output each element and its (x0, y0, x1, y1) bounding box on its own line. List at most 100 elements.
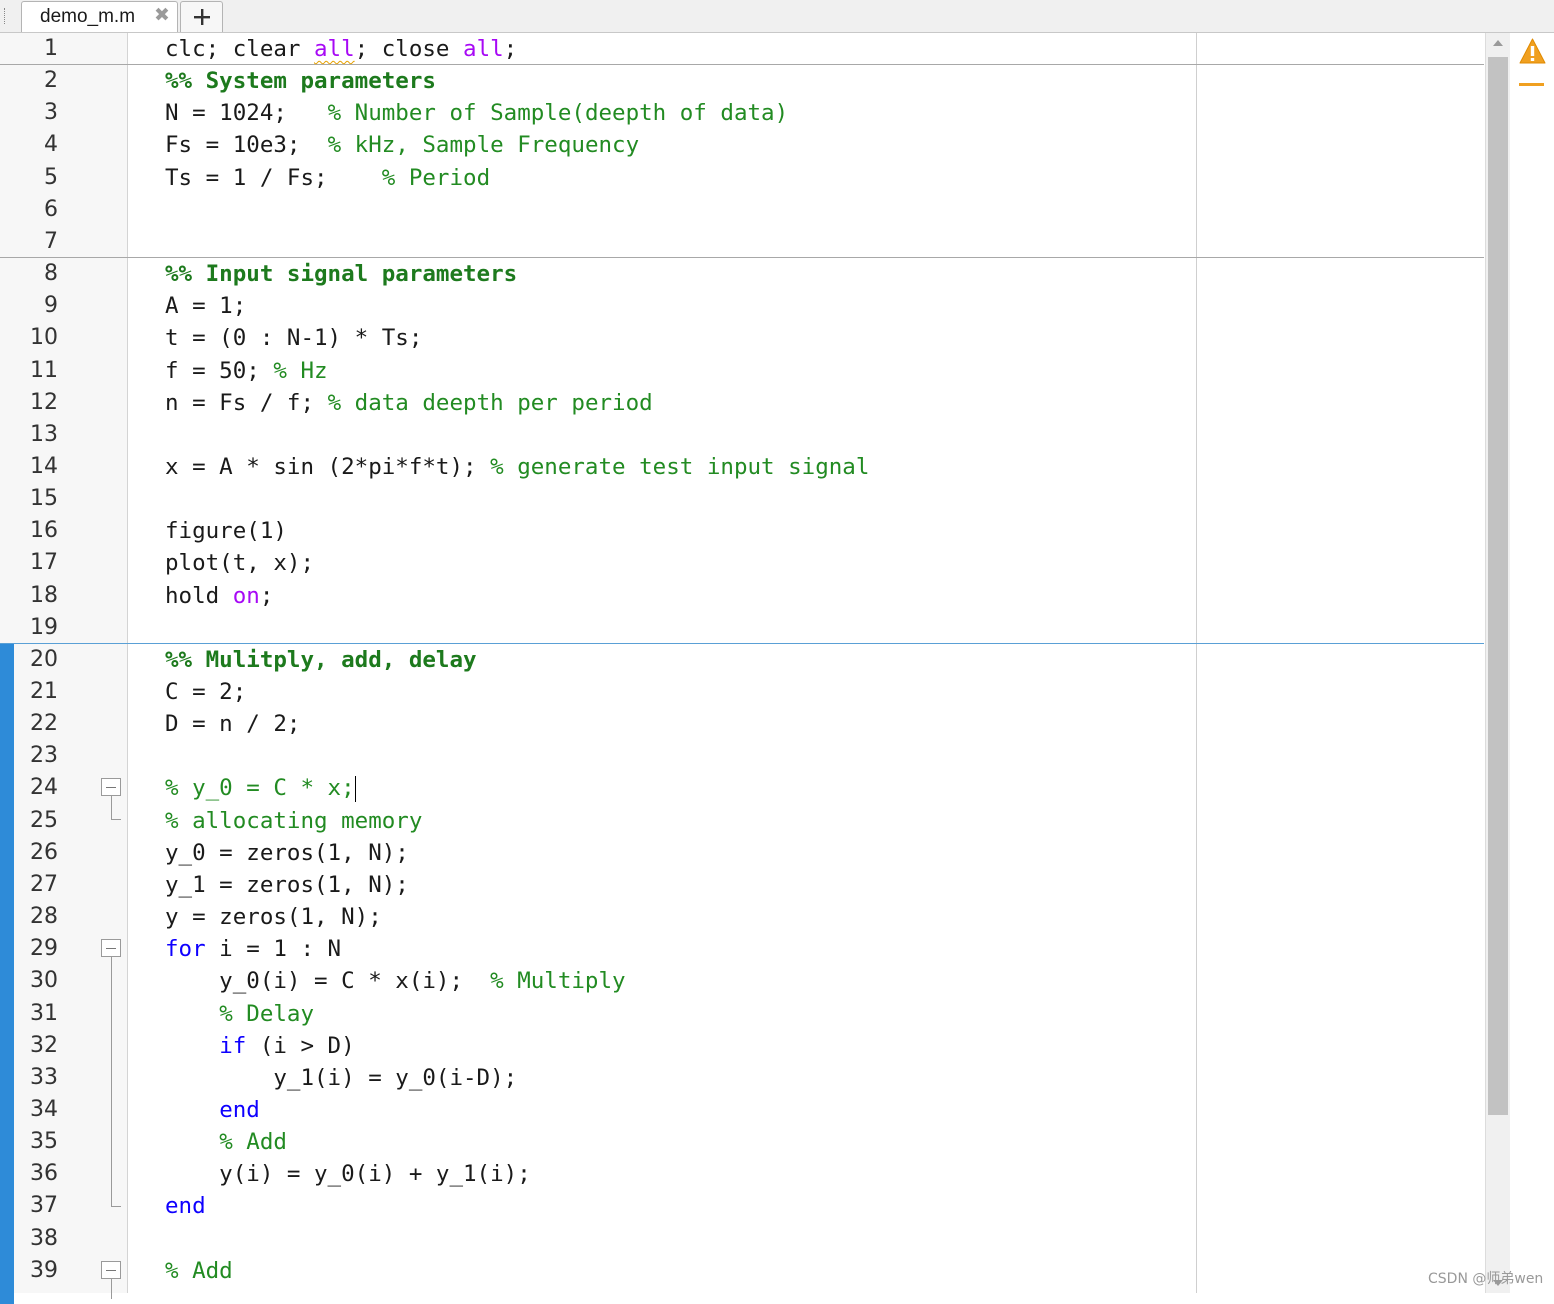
scroll-up-arrow-icon[interactable] (1492, 39, 1504, 47)
warning-icon[interactable] (1519, 37, 1546, 65)
line-number[interactable]: 39 (0, 1255, 58, 1287)
line-number[interactable]: 2 (0, 65, 58, 97)
line-number[interactable]: 6 (0, 194, 58, 226)
warning-marker[interactable] (1519, 83, 1544, 86)
fold-guide (111, 957, 112, 1206)
line-number[interactable]: 33 (0, 1062, 58, 1094)
line-number[interactable]: 5 (0, 162, 58, 194)
fold-toggle-button[interactable] (101, 1261, 121, 1279)
fold-toggle-button[interactable] (101, 778, 121, 796)
code-line[interactable]: y_0 = zeros(1, N); (165, 837, 409, 869)
code-line[interactable]: % allocating memory (165, 805, 422, 837)
code-line[interactable]: y = zeros(1, N); (165, 901, 382, 933)
line-number[interactable]: 16 (0, 515, 58, 547)
code-line[interactable]: y(i) = y_0(i) + y_1(i); (165, 1158, 531, 1190)
line-number[interactable]: 28 (0, 901, 58, 933)
code-line[interactable]: y_1(i) = y_0(i-D); (165, 1062, 517, 1094)
line-number[interactable]: 8 (0, 258, 58, 290)
code-line[interactable]: Fs = 10e3; % kHz, Sample Frequency (165, 129, 639, 161)
tab-title: demo_m.m (40, 6, 136, 27)
add-tab-button[interactable] (180, 1, 223, 32)
code-line[interactable]: %% Mulitply, add, delay (165, 644, 477, 676)
vertical-scrollbar[interactable] (1485, 33, 1510, 1293)
code-line[interactable]: t = (0 : N-1) * Ts; (165, 322, 422, 354)
line-number[interactable]: 14 (0, 451, 58, 483)
line-number[interactable]: 17 (0, 547, 58, 579)
line-number[interactable]: 13 (0, 419, 58, 451)
code-token: end (165, 1193, 206, 1220)
code-token: plot(t, x); (165, 550, 315, 577)
line-number[interactable]: 30 (0, 965, 58, 997)
line-number[interactable]: 32 (0, 1030, 58, 1062)
line-number[interactable]: 31 (0, 998, 58, 1030)
code-token-warning[interactable]: all (314, 36, 355, 62)
line-number[interactable]: 37 (0, 1190, 58, 1222)
line-number[interactable]: 3 (0, 97, 58, 129)
line-number[interactable]: 34 (0, 1094, 58, 1126)
line-number[interactable]: 29 (0, 933, 58, 965)
line-number[interactable]: 11 (0, 355, 58, 387)
code-line[interactable]: end (165, 1190, 206, 1222)
code-line[interactable]: end (165, 1094, 260, 1126)
code-line[interactable]: % Add (165, 1126, 287, 1158)
line-number[interactable]: 15 (0, 483, 58, 515)
code-line[interactable]: clc; clear all; close all; (165, 33, 517, 65)
line-number[interactable]: 4 (0, 129, 58, 161)
code-line[interactable]: %% Input signal parameters (165, 258, 517, 290)
code-line[interactable]: C = 2; (165, 676, 246, 708)
code-line[interactable]: A = 1; (165, 290, 246, 322)
line-number[interactable]: 35 (0, 1126, 58, 1158)
plus-icon (194, 9, 210, 25)
code-line[interactable]: x = A * sin (2*pi*f*t); % generate test … (165, 451, 869, 483)
code-line[interactable]: Ts = 1 / Fs; % Period (165, 162, 490, 194)
line-number[interactable]: 19 (0, 612, 58, 644)
line-number[interactable]: 26 (0, 837, 58, 869)
code-token: % Multiply (490, 968, 626, 995)
fold-guide-end (111, 1206, 121, 1207)
code-token: % Hz (273, 357, 328, 384)
code-line[interactable]: % Delay (165, 998, 314, 1030)
code-line[interactable]: % Add (165, 1255, 233, 1287)
code-line[interactable]: D = n / 2; (165, 708, 300, 740)
line-number[interactable]: 25 (0, 805, 58, 837)
fold-guide (111, 796, 112, 819)
tab-close-icon[interactable]: ✖ (154, 5, 170, 27)
code-editor[interactable]: 1 clc; clear all; close all; 2 %% System pa… (0, 33, 1484, 1304)
text-cursor (354, 775, 356, 802)
line-number[interactable]: 9 (0, 290, 58, 322)
line-number[interactable]: 22 (0, 708, 58, 740)
line-number[interactable]: 24 (0, 772, 58, 804)
code-token: % kHz, Sample Frequency (327, 132, 640, 159)
line-number[interactable]: 18 (0, 580, 58, 612)
line-number[interactable]: 12 (0, 387, 58, 419)
code-line[interactable]: if (i > D) (165, 1030, 354, 1062)
code-line[interactable]: y_0(i) = C * x(i); % Multiply (165, 965, 626, 997)
code-line[interactable]: n = Fs / f; % data deepth per period (165, 387, 653, 419)
line-number[interactable]: 21 (0, 676, 58, 708)
line-number[interactable]: 10 (0, 322, 58, 354)
code-line[interactable]: hold on; (165, 580, 273, 612)
line-number[interactable]: 38 (0, 1223, 58, 1255)
fold-toggle-button[interactable] (101, 939, 121, 957)
scrollbar-thumb[interactable] (1488, 57, 1508, 1115)
code-line[interactable]: %% System parameters (165, 65, 436, 97)
code-token: y_1(i) = y_0(i-D); (165, 1064, 518, 1091)
line-number[interactable]: 27 (0, 869, 58, 901)
code-line[interactable]: for i = 1 : N (165, 933, 341, 965)
code-line[interactable]: plot(t, x); (165, 547, 314, 579)
code-line[interactable]: % y_0 = C * x; (165, 772, 356, 804)
editor-tab-bar: demo_m.m ✖ (0, 0, 1554, 33)
code-line[interactable]: f = 50; % Hz (165, 355, 328, 387)
code-token: Ts = 1 / Fs; (165, 164, 382, 191)
line-number[interactable]: 36 (0, 1158, 58, 1190)
line-number[interactable]: 7 (0, 226, 58, 258)
line-number[interactable]: 23 (0, 740, 58, 772)
code-line[interactable]: y_1 = zeros(1, N); (165, 869, 409, 901)
line-number[interactable]: 1 (0, 33, 58, 65)
code-line[interactable]: N = 1024; % Number of Sample(deepth of d… (165, 97, 788, 129)
tab-bar-grip[interactable] (4, 8, 8, 24)
code-line[interactable]: figure(1) (165, 515, 287, 547)
tab-demo-m[interactable]: demo_m.m ✖ (21, 1, 178, 32)
line-number[interactable]: 20 (0, 644, 58, 676)
